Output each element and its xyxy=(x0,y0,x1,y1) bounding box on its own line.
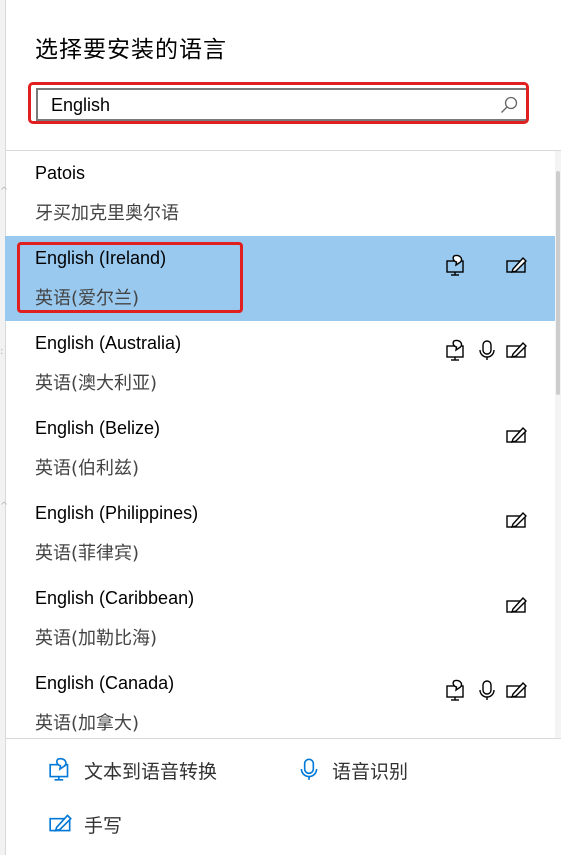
language-name: English (Australia) xyxy=(35,333,182,353)
language-name: English (Belize) xyxy=(35,418,161,438)
handwriting-icon xyxy=(506,511,527,528)
language-list[interactable]: Patois 牙买加克里奥尔语 English (Ireland) 英语(爱尔兰… xyxy=(5,151,556,738)
handwriting-icon xyxy=(49,814,72,832)
dialog-title: 选择要安装的语言 xyxy=(35,37,227,63)
language-name: English (Philippines) xyxy=(35,503,199,523)
handwriting-icon xyxy=(506,426,527,443)
handwriting-icon xyxy=(506,681,527,698)
language-native-name: 英语(澳大利亚) xyxy=(35,373,158,394)
divider xyxy=(5,738,561,739)
language-item-patois[interactable]: Patois 牙买加克里奥尔语 xyxy=(5,151,556,236)
handwriting-icon xyxy=(506,596,527,613)
legend-label: 文本到语音转换 xyxy=(84,761,218,783)
language-item-english-caribbean[interactable]: English (Caribbean) 英语(加勒比海) xyxy=(5,576,556,661)
text-to-speech-icon xyxy=(446,339,464,361)
language-native-name: 英语(加勒比海) xyxy=(35,628,158,649)
text-to-speech-icon xyxy=(446,254,464,276)
language-native-name: 英语(加拿大) xyxy=(35,713,140,734)
language-native-name: 英语(菲律宾) xyxy=(35,543,140,564)
language-item-english-philippines[interactable]: English (Philippines) 英语(菲律宾) xyxy=(5,491,556,576)
language-name: English (Caribbean) xyxy=(35,588,195,608)
list-scrollbar[interactable] xyxy=(555,151,561,738)
text-to-speech-icon xyxy=(446,679,464,701)
language-item-english-canada[interactable]: English (Canada) 英语(加拿大) xyxy=(5,661,556,738)
text-to-speech-icon xyxy=(49,757,69,781)
language-item-english-belize[interactable]: English (Belize) 英语(伯利兹) xyxy=(5,406,556,491)
microphone-icon xyxy=(300,758,318,780)
language-picker-dialog: ^ : ^ 选择要安装的语言 Patois 牙买加克里奥尔语 English (… xyxy=(0,0,561,855)
handwriting-icon xyxy=(506,341,527,358)
language-name: English (Canada) xyxy=(35,673,175,693)
legend-label: 手写 xyxy=(84,815,123,837)
language-native-name: 牙买加克里奥尔语 xyxy=(35,203,179,224)
selected-item-highlight-outline xyxy=(17,242,243,313)
legend-label: 语音识别 xyxy=(332,761,409,783)
scrollbar-thumb[interactable] xyxy=(556,171,560,395)
microphone-icon xyxy=(479,340,495,360)
language-name: Patois xyxy=(35,163,86,183)
language-item-english-australia[interactable]: English (Australia) 英语(澳大利亚) xyxy=(5,321,556,406)
search-highlight-outline xyxy=(28,82,529,124)
language-native-name: 英语(伯利兹) xyxy=(35,458,140,479)
microphone-icon xyxy=(479,680,495,700)
handwriting-icon xyxy=(506,256,527,273)
